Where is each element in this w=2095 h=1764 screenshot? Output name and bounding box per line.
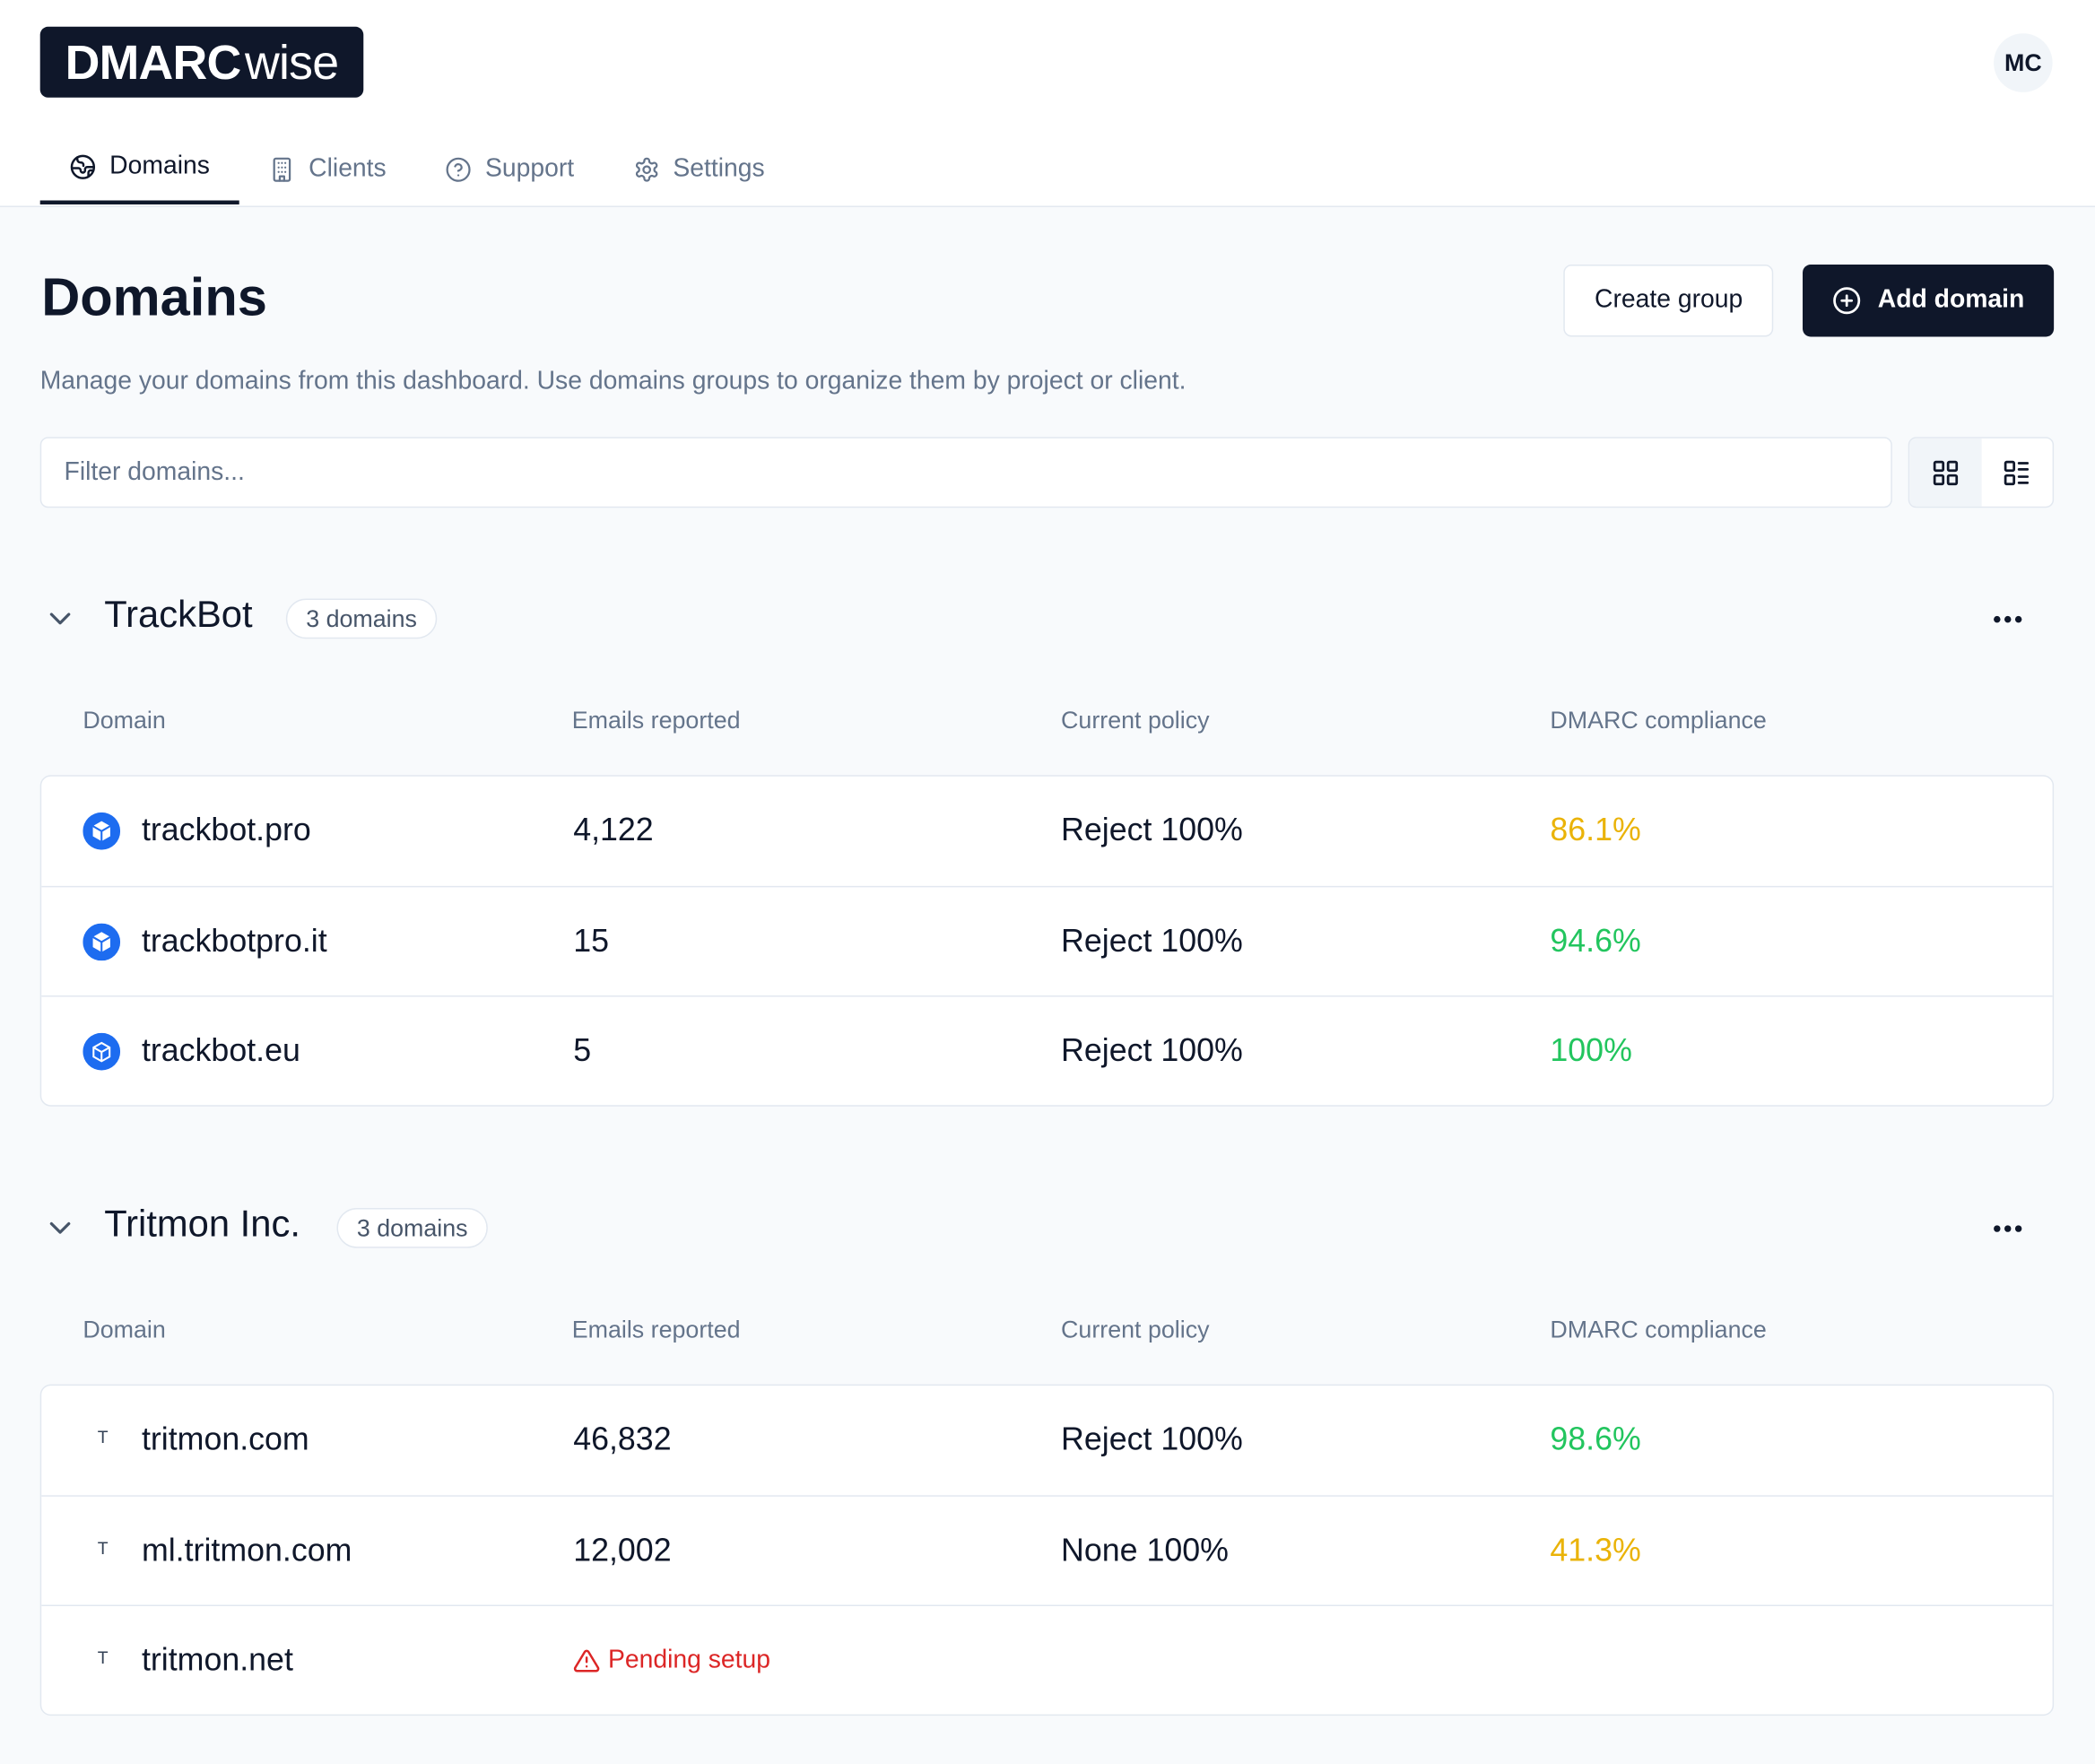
table-header: Domain Emails reported Current policy DM… xyxy=(40,1311,2054,1365)
dmarc-compliance: 41.3% xyxy=(1550,1533,1641,1569)
table-row[interactable]: T ml.tritmon.com 12,002 None 100% 41.3% xyxy=(41,1495,2053,1606)
top-bar: DMARC wise MC Domains Clients Support Set… xyxy=(0,0,2095,207)
building-icon xyxy=(273,156,291,182)
tab-clients-label: Clients xyxy=(309,154,387,183)
warning-icon xyxy=(573,1649,600,1673)
table-row[interactable]: T tritmon.com 46,832 Reject 100% 98.6% xyxy=(41,1386,2052,1495)
page-actions: Create group Add domain xyxy=(1563,265,2055,337)
tab-clients[interactable]: Clients xyxy=(239,134,416,204)
add-domain-label: Add domain xyxy=(1877,285,2025,315)
domain-count-badge: 3 domains xyxy=(285,598,438,639)
domain-initial-icon: T xyxy=(97,1427,109,1447)
dot-icon xyxy=(1993,615,2000,622)
create-group-button[interactable]: Create group xyxy=(1563,265,1774,337)
chevron-down-icon[interactable] xyxy=(43,1211,78,1246)
dmarc-compliance: 98.6% xyxy=(1550,1421,1641,1458)
column-header-emails: Emails reported xyxy=(571,707,741,734)
current-policy: Reject 100% xyxy=(1061,1032,1243,1069)
box-logo-icon xyxy=(83,812,121,850)
chevron-down-icon[interactable] xyxy=(43,602,78,637)
group-header: TrackBot 3 domains xyxy=(40,591,2054,645)
help-circle-icon xyxy=(446,156,471,182)
domain-group-tritmon: Tritmon Inc. 3 domains Domain Emails rep… xyxy=(39,1200,2055,1716)
domain-name[interactable]: trackbotpro.it xyxy=(142,887,327,996)
emails-reported: 12,002 xyxy=(573,1533,672,1569)
column-header-compliance: DMARC compliance xyxy=(1550,707,1767,734)
table-row[interactable]: trackbot.eu 5 Reject 100% 100% xyxy=(41,995,2053,1106)
emails-reported: 46,832 xyxy=(573,1421,672,1458)
filter-domains-input[interactable] xyxy=(39,437,1892,508)
dot-icon xyxy=(2004,615,2011,622)
column-header-emails: Emails reported xyxy=(571,1316,741,1343)
box-logo-icon xyxy=(83,923,121,961)
dmarc-compliance: 100% xyxy=(1550,1032,1632,1069)
domain-count-badge: 3 domains xyxy=(336,1207,488,1248)
page-title: Domains xyxy=(41,268,267,328)
main-nav: Domains Clients Support Settings xyxy=(39,134,795,207)
dmarc-compliance: 86.1% xyxy=(1550,812,1641,849)
dot-icon xyxy=(2014,615,2021,622)
tab-support[interactable]: Support xyxy=(415,134,603,204)
gear-icon xyxy=(635,156,657,181)
group-header: Tritmon Inc. 3 domains xyxy=(40,1200,2054,1254)
list-icon xyxy=(2004,460,2030,485)
column-header-policy: Current policy xyxy=(1061,707,1210,734)
emails-reported: 4,122 xyxy=(573,812,654,849)
column-header-domain: Domain xyxy=(83,1316,166,1343)
grid-view-button[interactable] xyxy=(1909,438,1981,507)
domain-name[interactable]: trackbot.pro xyxy=(142,777,311,886)
domains-table: T tritmon.com 46,832 Reject 100% 98.6% T… xyxy=(39,1384,2055,1716)
tab-domains[interactable]: Domains xyxy=(39,134,239,204)
more-options-button[interactable] xyxy=(1987,599,2028,639)
domain-name[interactable]: tritmon.net xyxy=(142,1606,293,1715)
add-domain-button[interactable]: Add domain xyxy=(1803,265,2055,337)
current-policy: Reject 100% xyxy=(1061,923,1243,960)
domain-group-trackbot: TrackBot 3 domains Domain Emails reporte… xyxy=(39,591,2055,1107)
pending-setup-label: Pending setup xyxy=(607,1646,770,1674)
column-header-policy: Current policy xyxy=(1061,1316,1210,1343)
emails-reported: 5 xyxy=(573,1032,592,1069)
plus-circle-icon xyxy=(1833,287,1861,315)
box-logo-icon xyxy=(83,1032,121,1071)
table-header: Domain Emails reported Current policy DM… xyxy=(40,701,2054,755)
dot-icon xyxy=(1993,1224,2000,1232)
domain-initial-icon: T xyxy=(97,1537,109,1559)
filter-row xyxy=(39,437,2055,508)
domain-name[interactable]: trackbot.eu xyxy=(142,997,300,1106)
dot-icon xyxy=(2014,1224,2021,1232)
domains-table: trackbot.pro 4,122 Reject 100% 86.1% tra… xyxy=(39,775,2055,1107)
group-name[interactable]: TrackBot xyxy=(104,594,252,637)
table-row[interactable]: trackbot.pro 4,122 Reject 100% 86.1% xyxy=(41,777,2052,886)
logo[interactable]: DMARC wise xyxy=(39,26,364,98)
logo-light-text: wise xyxy=(244,33,339,90)
domain-initial-icon: T xyxy=(97,1647,109,1668)
view-toggle xyxy=(1908,437,2055,508)
tab-domains-label: Domains xyxy=(109,152,210,181)
domain-name[interactable]: ml.tritmon.com xyxy=(142,1497,352,1606)
current-policy: Reject 100% xyxy=(1061,1421,1243,1458)
avatar[interactable]: MC xyxy=(1994,33,2053,92)
list-view-button[interactable] xyxy=(1981,439,2053,507)
domain-name[interactable]: tritmon.com xyxy=(142,1386,309,1495)
table-row[interactable]: trackbotpro.it 15 Reject 100% 94.6% xyxy=(41,885,2053,996)
table-row[interactable]: T tritmon.net Pending setup xyxy=(41,1604,2053,1715)
logo-bold-text: DMARC xyxy=(65,33,242,90)
group-name[interactable]: Tritmon Inc. xyxy=(104,1203,300,1246)
tab-support-label: Support xyxy=(484,154,575,183)
dot-icon xyxy=(2004,1224,2011,1232)
current-policy: None 100% xyxy=(1061,1533,1229,1569)
current-policy: Reject 100% xyxy=(1061,812,1243,849)
pending-setup-status[interactable]: Pending setup xyxy=(573,1606,770,1715)
more-options-button[interactable] xyxy=(1987,1208,2028,1248)
grid-icon xyxy=(1933,460,1958,485)
dmarc-compliance: 94.6% xyxy=(1550,923,1641,960)
page-subtitle: Manage your domains from this dashboard.… xyxy=(39,367,1187,396)
tab-settings[interactable]: Settings xyxy=(604,134,795,204)
column-header-domain: Domain xyxy=(83,707,166,734)
globe-icon xyxy=(70,154,96,179)
tab-settings-label: Settings xyxy=(673,154,765,183)
column-header-compliance: DMARC compliance xyxy=(1550,1316,1767,1343)
emails-reported: 15 xyxy=(573,923,609,960)
